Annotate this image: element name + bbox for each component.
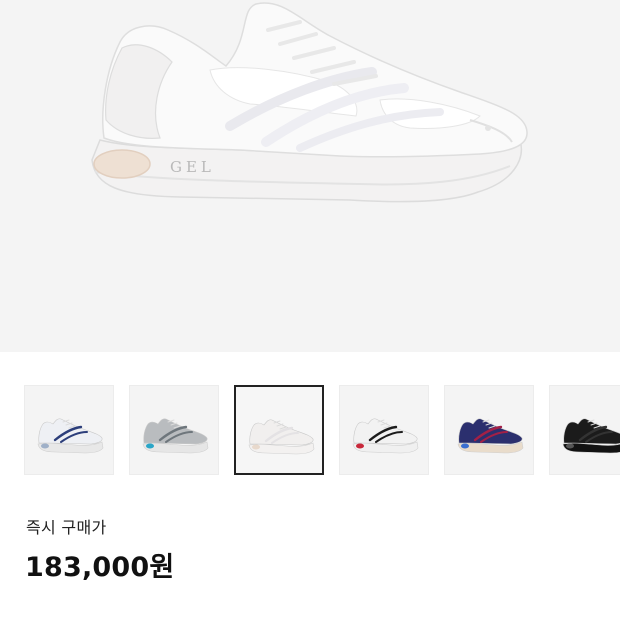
shoe-thumbnail-icon <box>37 418 104 454</box>
product-hero-image: GEL <box>0 0 620 352</box>
shoe-thumbnail-icon <box>248 419 315 455</box>
white-shoe-illustration <box>91 2 528 203</box>
shoe-thumbnail-icon <box>352 418 419 454</box>
thumbnail-white-navy-shoe[interactable] <box>24 385 114 475</box>
thumbnail-grey-teal-shoe[interactable] <box>129 385 219 475</box>
thumbnail-white-black-red-shoe[interactable] <box>339 385 429 475</box>
shoe-thumbnail-icon <box>142 418 209 454</box>
thumbnail-black-shoe[interactable] <box>549 385 620 475</box>
shoe-thumbnail-icon <box>562 418 620 454</box>
thumbnail-navy-red-multicolor-shoe[interactable] <box>444 385 534 475</box>
shoe-thumbnail-icon <box>457 418 524 454</box>
product-thumbnail-strip <box>24 385 620 477</box>
thumbnail-all-white-shoe[interactable] <box>234 385 324 475</box>
instant-buy-price-label: 즉시 구매가 <box>26 518 107 537</box>
gel-logo-text: GEL <box>170 158 215 176</box>
instant-buy-price: 183,000원 <box>25 552 175 583</box>
